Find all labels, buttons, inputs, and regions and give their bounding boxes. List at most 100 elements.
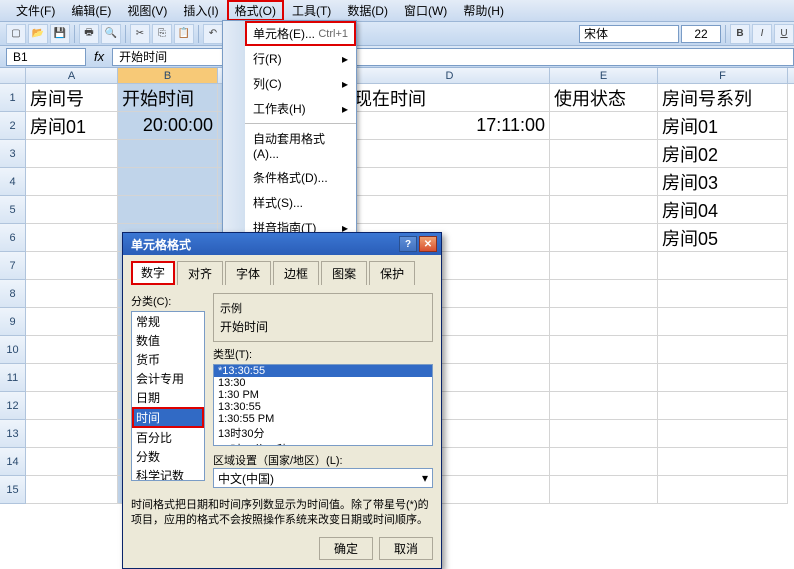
row-header[interactable]: 12: [0, 392, 26, 420]
cell[interactable]: [550, 196, 658, 224]
cell[interactable]: [550, 252, 658, 280]
close-icon[interactable]: ✕: [419, 236, 437, 252]
row-header[interactable]: 15: [0, 476, 26, 504]
cell[interactable]: [658, 308, 788, 336]
cell[interactable]: 房间号: [26, 84, 118, 112]
row-header[interactable]: 10: [0, 336, 26, 364]
tab-border[interactable]: 边框: [273, 261, 319, 285]
cell[interactable]: [26, 168, 118, 196]
cell[interactable]: [26, 308, 118, 336]
cell[interactable]: [350, 140, 550, 168]
cell[interactable]: [26, 140, 118, 168]
tab-alignment[interactable]: 对齐: [177, 261, 223, 285]
cell[interactable]: 房间01: [658, 112, 788, 140]
category-item[interactable]: 数值: [132, 331, 204, 350]
cell[interactable]: 使用状态: [550, 84, 658, 112]
row-header[interactable]: 5: [0, 196, 26, 224]
cell[interactable]: [658, 336, 788, 364]
col-header-F[interactable]: F: [658, 68, 788, 83]
type-item[interactable]: 1:30:55 PM: [214, 413, 432, 425]
cell[interactable]: 房间02: [658, 140, 788, 168]
undo-icon[interactable]: ↶: [203, 24, 223, 44]
menu-view[interactable]: 视图(V): [119, 0, 175, 21]
bold-button[interactable]: B: [730, 24, 750, 44]
cell[interactable]: [550, 420, 658, 448]
italic-button[interactable]: I: [752, 24, 772, 44]
menu-item[interactable]: 样式(S)...: [245, 190, 356, 215]
cell[interactable]: [26, 364, 118, 392]
open-icon[interactable]: 📂: [28, 24, 48, 44]
row-header[interactable]: 9: [0, 308, 26, 336]
cell[interactable]: 开始时间: [118, 84, 218, 112]
cell[interactable]: [550, 112, 658, 140]
cell[interactable]: [550, 448, 658, 476]
cell[interactable]: 房间号系列: [658, 84, 788, 112]
type-item[interactable]: 13:30:55: [214, 401, 432, 413]
cut-icon[interactable]: ✂: [130, 24, 150, 44]
cell[interactable]: [350, 196, 550, 224]
cell[interactable]: 现在时间: [350, 84, 550, 112]
type-item[interactable]: 13时30分55秒: [214, 441, 432, 446]
col-header-E[interactable]: E: [550, 68, 658, 83]
tab-number[interactable]: 数字: [131, 261, 175, 285]
locale-select[interactable]: 中文(中国) ▾: [213, 468, 433, 488]
menu-format[interactable]: 格式(O): [227, 0, 284, 21]
fx-icon[interactable]: fx: [90, 49, 108, 64]
cell[interactable]: [550, 140, 658, 168]
dialog-titlebar[interactable]: 单元格格式 ? ✕: [123, 233, 441, 255]
menu-item[interactable]: 条件格式(D)...: [245, 165, 356, 190]
row-header[interactable]: 11: [0, 364, 26, 392]
tab-protection[interactable]: 保护: [369, 261, 415, 285]
menu-tools[interactable]: 工具(T): [284, 0, 339, 21]
ok-button[interactable]: 确定: [319, 537, 373, 560]
cell[interactable]: 房间05: [658, 224, 788, 252]
cell[interactable]: [658, 280, 788, 308]
category-list[interactable]: 常规数值货币会计专用日期时间百分比分数科学记数文本特殊自定义: [131, 311, 205, 481]
cell[interactable]: 房间03: [658, 168, 788, 196]
cell[interactable]: [658, 392, 788, 420]
row-header[interactable]: 1: [0, 84, 26, 112]
underline-button[interactable]: U: [774, 24, 794, 44]
row-header[interactable]: 7: [0, 252, 26, 280]
cell[interactable]: [26, 224, 118, 252]
col-header-B[interactable]: B: [118, 68, 218, 83]
cell[interactable]: [118, 140, 218, 168]
cancel-button[interactable]: 取消: [379, 537, 433, 560]
type-item[interactable]: 13:30: [214, 377, 432, 389]
cell[interactable]: [118, 168, 218, 196]
menu-insert[interactable]: 插入(I): [175, 0, 226, 21]
font-size-select[interactable]: 22: [681, 25, 721, 43]
cell[interactable]: [658, 252, 788, 280]
cell[interactable]: [550, 308, 658, 336]
cell[interactable]: [658, 476, 788, 504]
type-list[interactable]: *13:30:5513:301:30 PM13:30:551:30:55 PM1…: [213, 364, 433, 446]
cell[interactable]: [26, 336, 118, 364]
menu-item[interactable]: 自动套用格式(A)...: [245, 126, 356, 165]
cell[interactable]: [26, 448, 118, 476]
save-icon[interactable]: 💾: [50, 24, 70, 44]
cell[interactable]: [658, 364, 788, 392]
name-box[interactable]: B1: [6, 48, 86, 66]
menu-item[interactable]: 行(R)▸: [245, 46, 356, 71]
menu-edit[interactable]: 编辑(E): [63, 0, 119, 21]
type-item[interactable]: 1:30 PM: [214, 389, 432, 401]
menu-item[interactable]: 单元格(E)...Ctrl+1: [245, 21, 356, 46]
menu-data[interactable]: 数据(D): [339, 0, 396, 21]
font-select[interactable]: 宋体: [579, 25, 679, 43]
preview-icon[interactable]: 🔍: [101, 24, 121, 44]
cell[interactable]: [550, 336, 658, 364]
cell[interactable]: [26, 476, 118, 504]
cell[interactable]: [350, 168, 550, 196]
col-header-D[interactable]: D: [350, 68, 550, 83]
print-icon[interactable]: 🖶: [79, 24, 99, 44]
cell[interactable]: [550, 364, 658, 392]
row-header[interactable]: 4: [0, 168, 26, 196]
menu-item[interactable]: 工作表(H)▸: [245, 96, 356, 121]
row-header[interactable]: 2: [0, 112, 26, 140]
cell[interactable]: [550, 476, 658, 504]
menu-file[interactable]: 文件(F): [8, 0, 63, 21]
cell[interactable]: [658, 448, 788, 476]
cell[interactable]: [658, 420, 788, 448]
category-item[interactable]: 常规: [132, 312, 204, 331]
cell[interactable]: [26, 392, 118, 420]
